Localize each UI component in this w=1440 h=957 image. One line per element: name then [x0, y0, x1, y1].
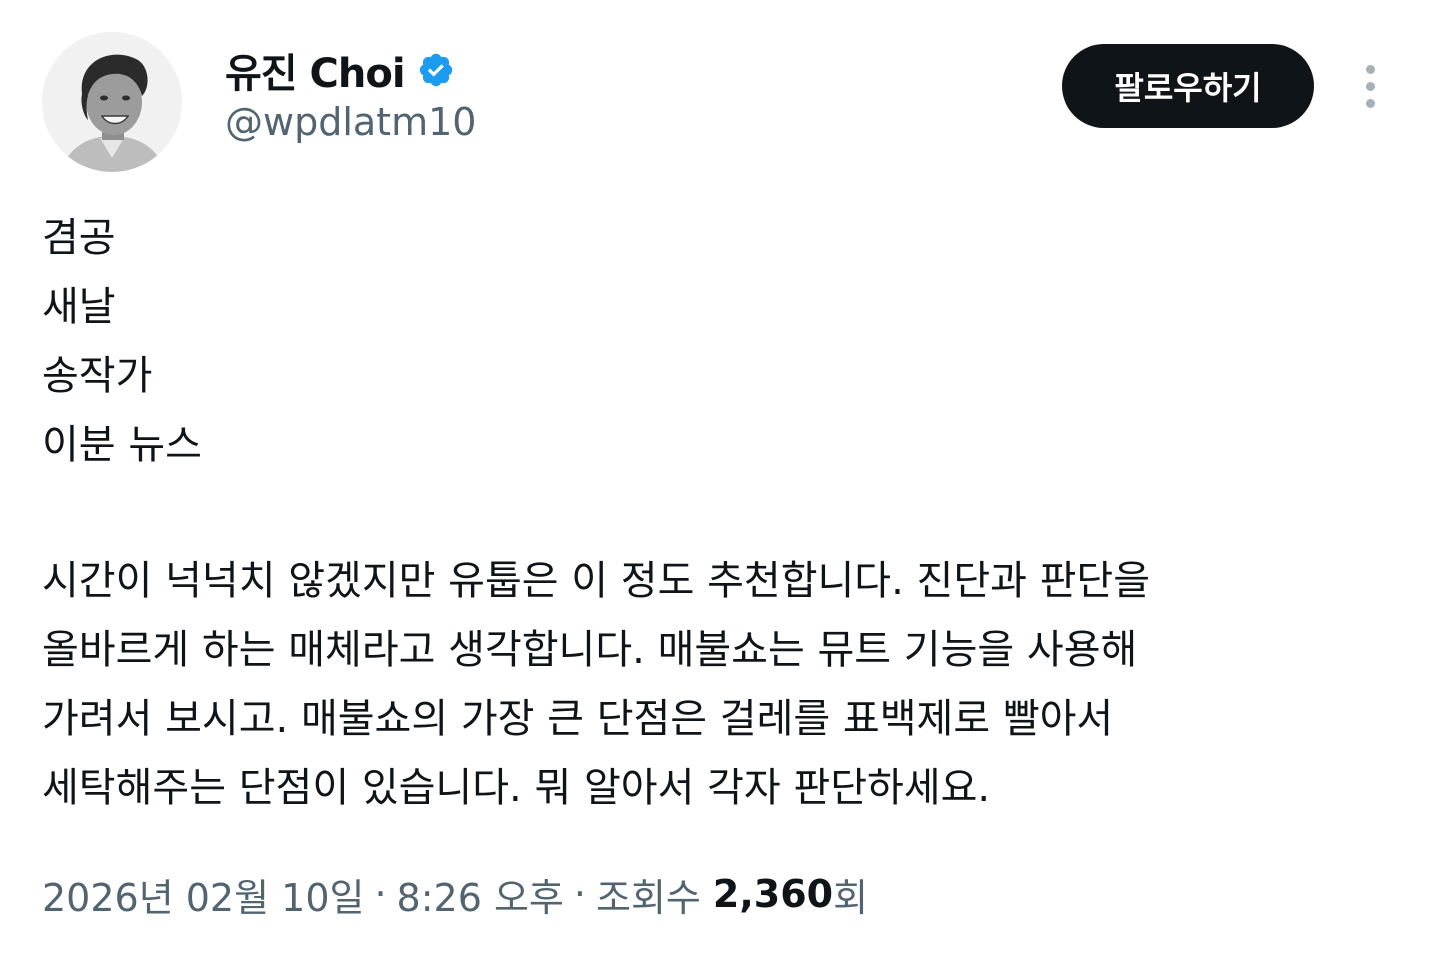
views-suffix: 회 [833, 875, 869, 920]
user-handle[interactable]: @wpdlatm10 [225, 100, 476, 144]
tweet-time[interactable]: 8:26 오후 [397, 867, 564, 922]
tweet-list-line: 새날 [42, 284, 116, 330]
tweet-paragraph-line: 시간이 넉넉치 않겠지만 유툽은 이 정도 추천합니다. 진단과 판단을 [42, 558, 1151, 604]
tweet-paragraph-line: 세탁해주는 단점이 있습니다. 뭐 알아서 각자 판단하세요. [42, 765, 991, 811]
more-vertical-icon [1365, 64, 1375, 74]
profile-photo [42, 32, 182, 172]
verified-badge-icon [417, 51, 455, 89]
more-vertical-icon [1365, 98, 1375, 108]
meta-separator: · [374, 872, 387, 916]
tweet-paragraph-line: 가려서 보시고. 매불쇼의 가장 큰 단점은 걸레를 표백제로 빨아서 [42, 696, 1114, 742]
views-count[interactable]: 2,360 [713, 872, 833, 916]
tweet-meta: 2026년 02월 10일 · 8:26 오후 · 조회수 2,360 회 [42, 864, 868, 924]
tweet-list-line: 송작가 [42, 353, 153, 399]
views-label: 조회수 [595, 875, 701, 920]
tweet-paragraph-line: 올바르게 하는 매체라고 생각합니다. 매불쇼는 뮤트 기능을 사용해 [42, 627, 1138, 673]
user-name-row[interactable]: 유진 Choi [225, 41, 455, 99]
tweet-list-line: 겸공 [42, 215, 116, 261]
meta-separator: · [573, 872, 586, 916]
more-options-button[interactable] [1348, 58, 1392, 114]
tweet-date[interactable]: 2026년 02월 10일 [42, 867, 364, 922]
display-name[interactable]: 유진 Choi [225, 41, 406, 99]
more-vertical-icon [1365, 81, 1375, 91]
tweet-text: 겸공 새날 송작가 이분 뉴스 시간이 넉넉치 않겠지만 유툽은 이 정도 추천… [42, 204, 1392, 823]
avatar[interactable] [42, 32, 182, 172]
follow-button[interactable]: 팔로우하기 [1062, 44, 1314, 128]
tweet-list-line: 이분 뉴스 [42, 422, 202, 468]
